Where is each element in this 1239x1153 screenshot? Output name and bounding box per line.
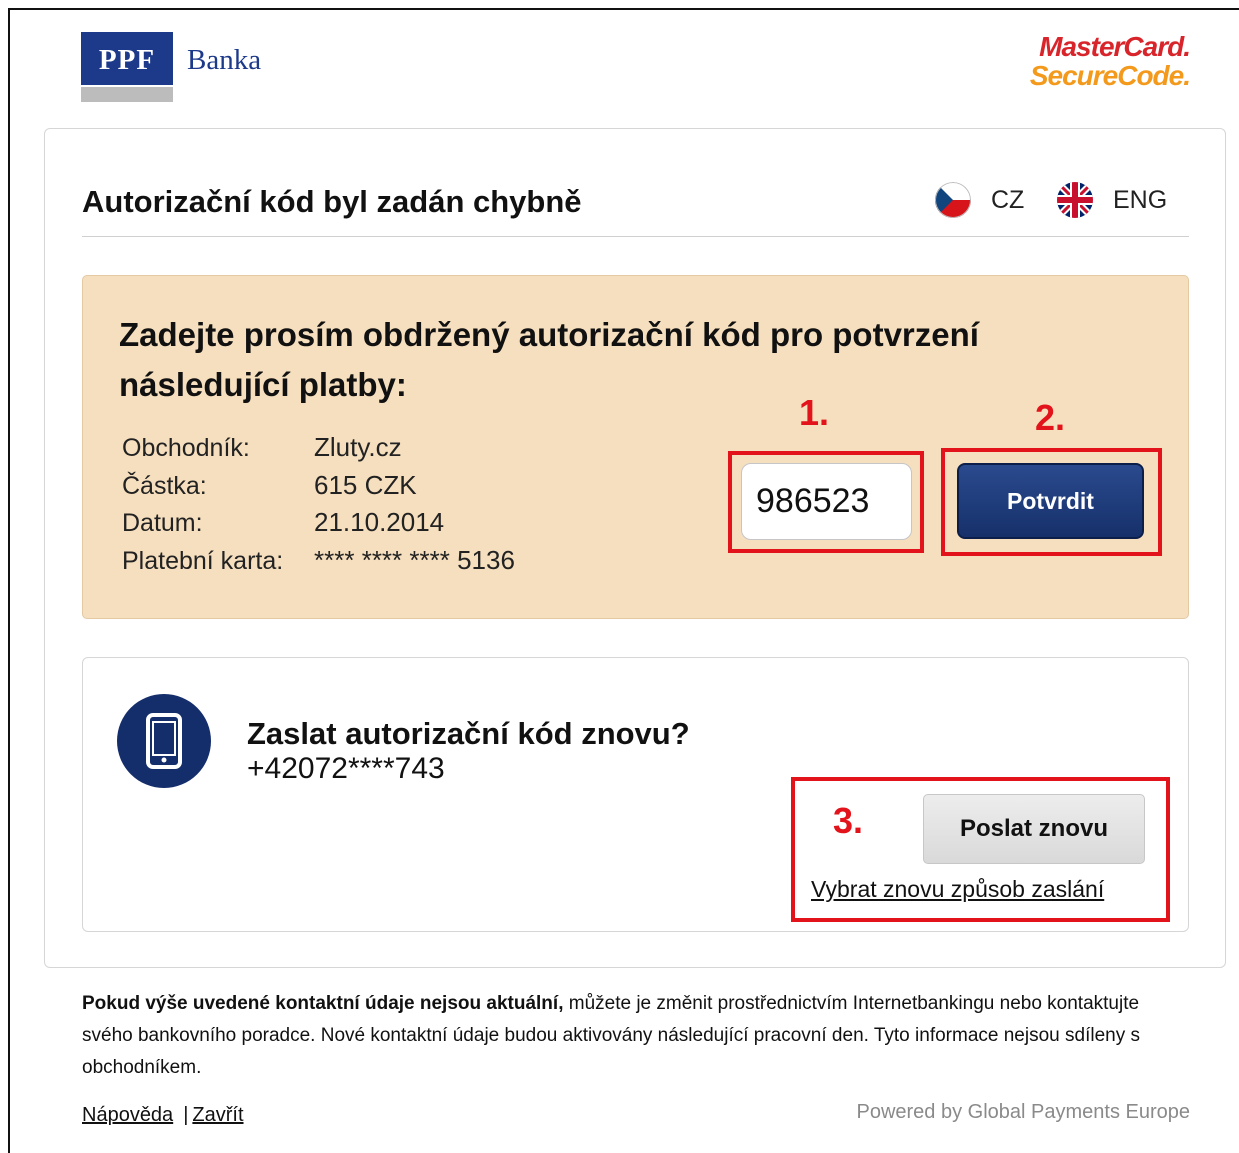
step-3-annotation: 3.: [833, 800, 864, 841]
detail-value: 21.10.2014: [314, 507, 445, 537]
ppf-logo-text: PPF: [81, 32, 173, 85]
bank-name: Banka: [187, 44, 262, 76]
mastercard-logo-text: MasterCard.: [1039, 31, 1191, 62]
footer-links: Nápověda | Zavřít: [82, 1104, 244, 1127]
language-eng-label: ENG: [1113, 185, 1168, 214]
resend-title: Zaslat autorizační kód znovu?: [247, 716, 690, 751]
language-cz[interactable]: CZ: [935, 182, 1024, 218]
resend-phone-number: +42072****743: [247, 752, 445, 785]
detail-row-card: Platební karta: **** **** **** 5136: [122, 545, 515, 576]
ppf-logo-stripe: [81, 87, 173, 102]
detail-label: Částka:: [122, 472, 207, 500]
footer-separator: |: [183, 1104, 189, 1126]
mobile-phone-icon: [117, 694, 211, 788]
powered-by: Powered by Global Payments Europe: [856, 1101, 1190, 1123]
czech-flag-icon: [935, 182, 971, 218]
footer-note: Pokud výše uvedené kontaktní údaje nejso…: [82, 988, 1192, 1084]
uk-flag-icon: [1057, 182, 1093, 218]
detail-value: 615 CZK: [314, 470, 417, 500]
confirm-button[interactable]: Potvrdit: [957, 463, 1144, 539]
language-cz-label: CZ: [991, 185, 1025, 214]
language-eng[interactable]: ENG: [1057, 182, 1167, 218]
close-link[interactable]: Zavřít: [192, 1104, 243, 1126]
resend-button[interactable]: Poslat znovu: [923, 794, 1145, 864]
payment-heading: Zadejte prosím obdržený autorizační kód …: [119, 316, 979, 403]
title-divider: [82, 236, 1189, 237]
mastercard-securecode-logo: MasterCard. SecureCode.: [1020, 31, 1191, 91]
ppf-logo: PPF: [81, 32, 173, 104]
change-delivery-method-link[interactable]: Vybrat znovu způsob zaslání: [811, 876, 1104, 903]
securecode-logo-text: SecureCode.: [1029, 60, 1191, 91]
authorization-code-input[interactable]: [741, 463, 912, 540]
detail-row-merchant: Obchodník: Zluty.cz: [122, 432, 402, 463]
detail-value: Zluty.cz: [314, 432, 402, 462]
footer-note-bold: Pokud výše uvedené kontaktní údaje nejso…: [82, 993, 564, 1014]
page-title: Autorizační kód byl zadán chybně: [82, 184, 582, 219]
step-2-annotation: 2.: [1035, 397, 1066, 438]
help-link[interactable]: Nápověda: [82, 1104, 173, 1126]
detail-label: Obchodník:: [122, 434, 250, 462]
step-1-annotation: 1.: [799, 392, 830, 433]
detail-value: **** **** **** 5136: [314, 545, 515, 575]
detail-label: Platební karta:: [122, 547, 284, 575]
detail-row-amount: Částka: 615 CZK: [122, 470, 417, 501]
detail-row-date: Datum: 21.10.2014: [122, 507, 444, 538]
detail-label: Datum:: [122, 509, 203, 537]
